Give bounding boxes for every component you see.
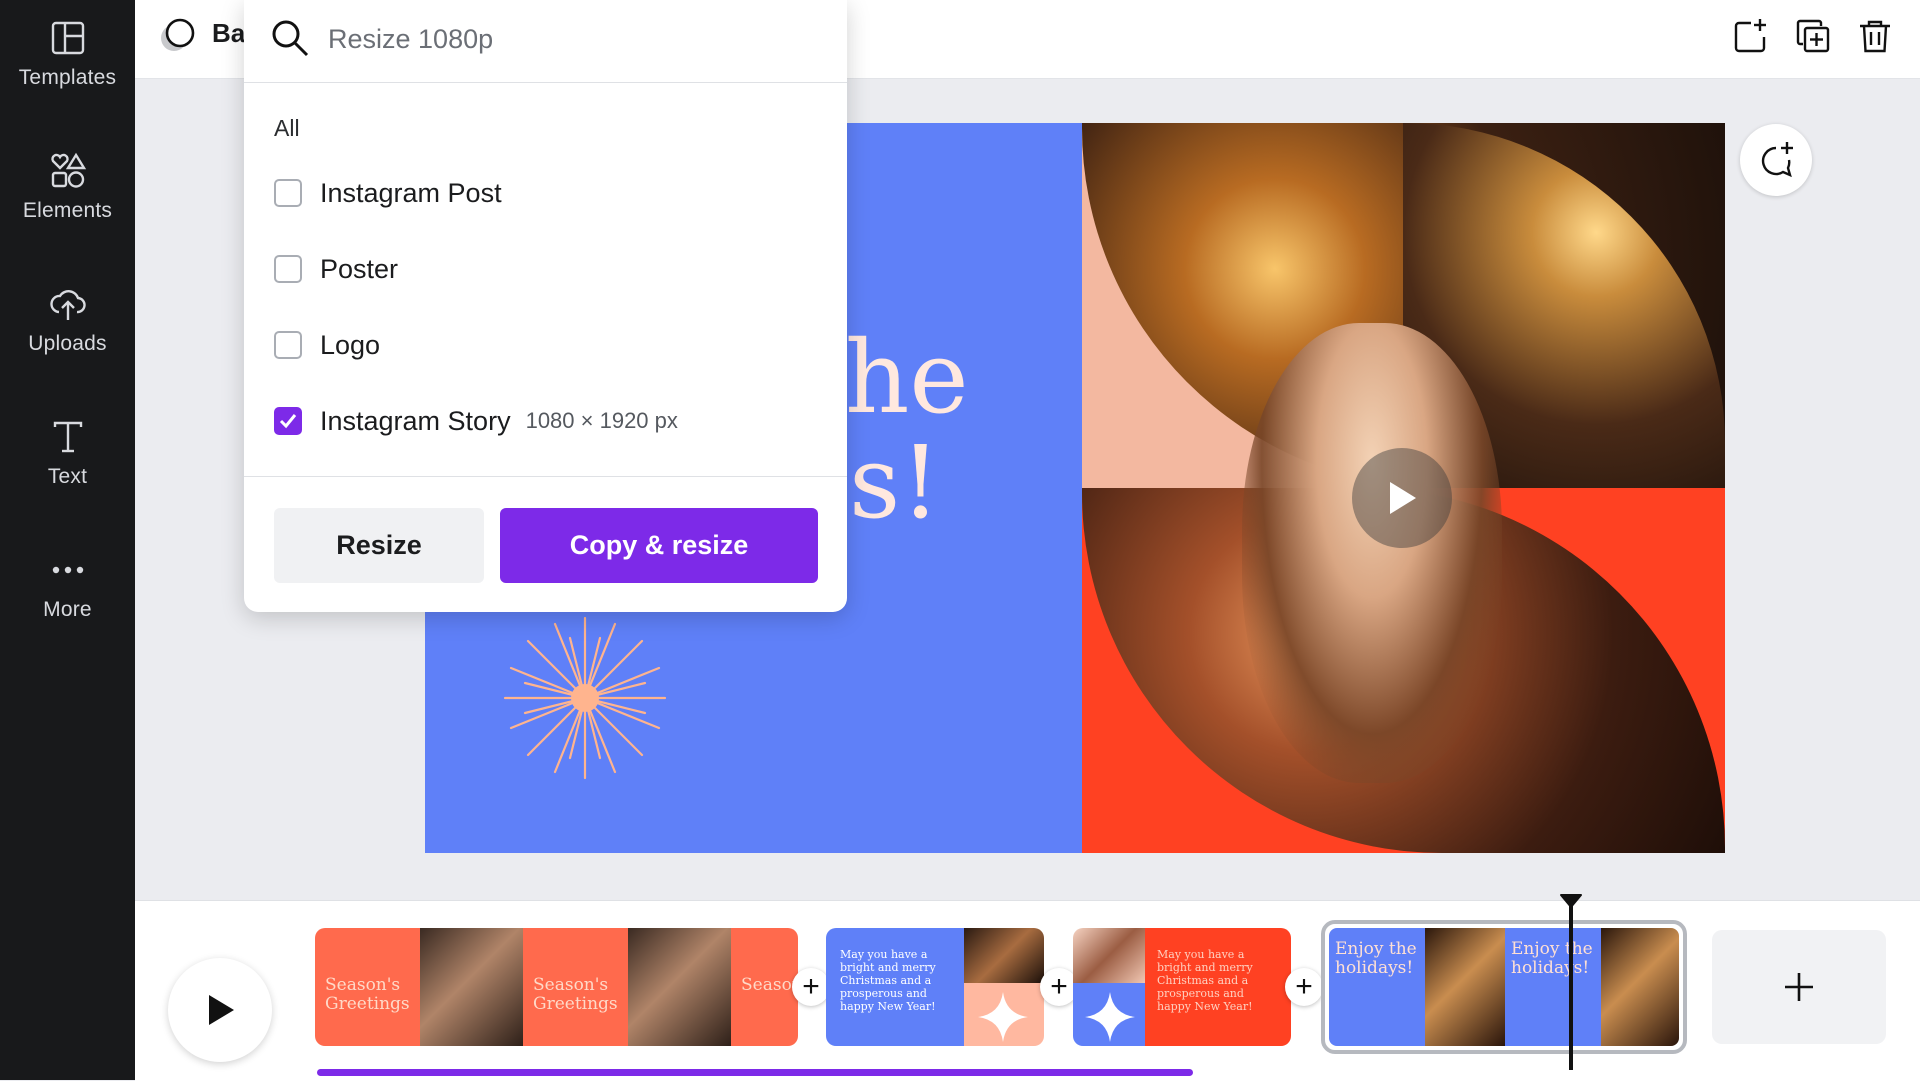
search-icon [272,20,309,57]
playhead-handle[interactable] [1559,893,1583,909]
templates-icon [51,21,84,55]
clip-label: Enjoy the holidays! [1511,939,1593,978]
starburst-graphic[interactable] [500,613,670,783]
resize-search-row [244,0,847,83]
option-dimensions: 1080 × 1920 px [525,408,678,433]
timeline-clip-3[interactable]: May you have a bright and merry Christma… [1073,928,1291,1046]
sidebar-label: More [43,598,92,621]
copy-and-resize-button[interactable]: Copy & resize [500,508,818,583]
sidebar-label: Text [47,465,88,488]
sidebar-item-more[interactable]: More [0,532,135,652]
text-icon [53,421,82,453]
add-page-timeline-button[interactable] [1712,930,1886,1044]
add-page-button[interactable] [1728,14,1772,58]
option-instagram-post[interactable]: Instagram Post [274,168,502,218]
checkbox-checked[interactable] [274,407,302,435]
checkbox[interactable] [274,331,302,359]
sidebar-label: Elements [22,199,113,222]
clip-label: Season's Greetings [533,975,618,1014]
sidebar-label: Templates [18,66,117,89]
timeline-clip-1[interactable]: Season's Greetings Season's Greetings Se… [315,928,798,1046]
sidebar-item-templates[interactable]: Templates [0,0,135,120]
option-logo[interactable]: Logo [274,320,380,370]
left-sidebar: Templates Elements Uploads Text More [0,0,135,1080]
clip-label: Season's Greetings [741,975,798,995]
timeline-play-button[interactable] [168,958,272,1062]
clip-label: May you have a bright and merry Christma… [840,948,936,1013]
play-icon [1390,482,1416,514]
checkbox[interactable] [274,179,302,207]
sidebar-label: Uploads [28,332,107,355]
add-comment-button[interactable] [1740,124,1812,196]
resize-search-input[interactable] [326,14,820,64]
resize-button[interactable]: Resize [274,508,484,583]
sidebar-item-uploads[interactable]: Uploads [0,266,135,386]
option-label: Instagram Post [320,177,502,208]
document-title[interactable]: Ba [212,18,245,49]
uploads-icon [49,290,86,320]
canvas-heading-line2[interactable]: s! [849,433,941,533]
elements-icon [50,152,86,188]
add-page-icon [1734,19,1766,53]
clip-label: May you have a bright and merry Christma… [1157,948,1253,1013]
sparkle-graphic [1085,992,1135,1042]
option-poster[interactable]: Poster [274,244,398,294]
resize-dropdown: All Instagram Post Poster Logo Instagram… [244,0,847,612]
section-label-all: All [274,115,300,141]
option-label: Logo [320,329,381,360]
option-label: Poster [320,253,399,284]
clip-label: Season's Greetings [325,975,410,1014]
playhead-line[interactable] [1569,896,1573,1070]
checkmark-icon [279,414,297,429]
add-transition-button[interactable]: + [792,968,830,1006]
divider [244,476,847,477]
canvas-heading-line1[interactable]: he [845,328,969,428]
add-transition-button[interactable]: + [1285,968,1323,1006]
option-instagram-story[interactable]: Instagram Story 1080 × 1920 px [274,396,678,446]
sparkle-graphic [978,992,1028,1042]
more-icon [52,566,83,574]
play-icon [209,995,234,1025]
playback-progress-bar[interactable] [317,1069,1193,1076]
sidebar-item-elements[interactable]: Elements [0,133,135,253]
trash-icon [1860,20,1890,53]
option-label: Instagram Story [320,405,511,436]
add-comment-icon [1761,142,1793,178]
duplicate-icon [1796,19,1830,53]
timeline-clip-2[interactable]: May you have a bright and merry Christma… [826,928,1044,1046]
plus-icon [1785,973,1813,1001]
background-color-icon[interactable] [155,14,199,58]
sidebar-item-text[interactable]: Text [0,399,135,519]
duplicate-page-button[interactable] [1791,14,1835,58]
video-play-overlay[interactable] [1352,448,1452,548]
checkbox[interactable] [274,255,302,283]
timeline-clip-4-selected[interactable]: Enjoy the holidays! Enjoy the holidays! [1321,920,1687,1054]
delete-page-button[interactable] [1853,14,1897,58]
clip-label: Enjoy the holidays! [1335,939,1417,978]
